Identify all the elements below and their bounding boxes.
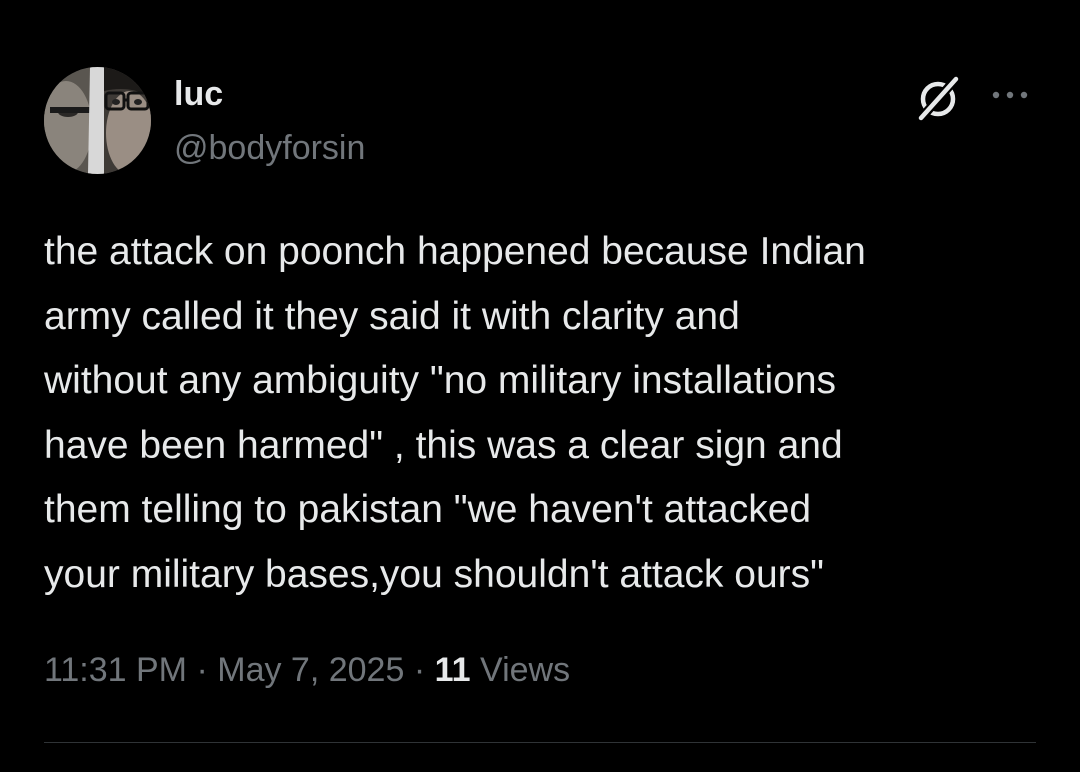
tweet-detail: luc @bodyforsin the attack on poonch hap… [0, 0, 1080, 772]
meta-separator: · [196, 651, 208, 689]
author-display-name[interactable]: luc [174, 74, 223, 114]
avatar-image [44, 67, 151, 174]
views-label: Views [480, 651, 571, 689]
divider [44, 742, 1036, 743]
avatar[interactable] [44, 67, 151, 174]
tweet-time[interactable]: 11:31 PM [44, 651, 187, 689]
tweet-text: the attack on poonch happened because In… [44, 230, 866, 596]
views-count: 11 [434, 651, 471, 689]
meta-separator: · [413, 651, 426, 689]
tweet-metadata: 11:31 PM · May 7, 2025 · 11 Views [44, 648, 570, 692]
grok-icon[interactable] [913, 74, 963, 124]
more-options-icon[interactable] [988, 82, 1032, 108]
author-handle[interactable]: @bodyforsin [174, 128, 365, 168]
tweet-date[interactable]: May 7, 2025 [217, 651, 404, 689]
